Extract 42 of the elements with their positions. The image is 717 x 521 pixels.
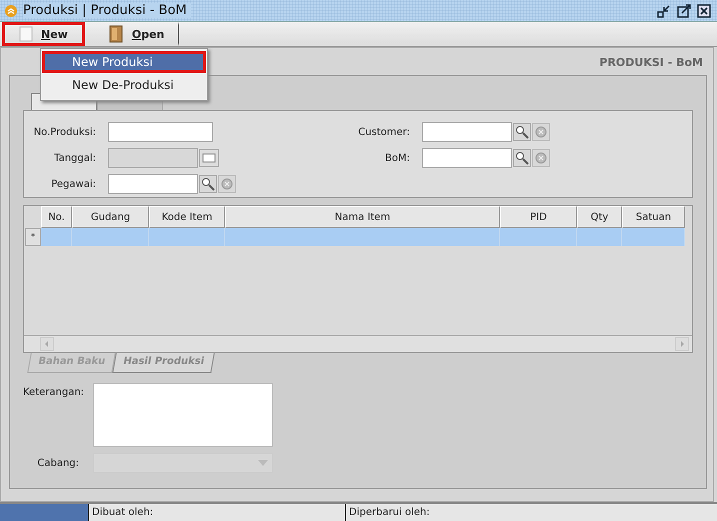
status-text: Dibuat oleh: — [92, 507, 154, 518]
row-marker: * — [25, 228, 41, 246]
field-label: No.Produksi: — [32, 126, 96, 138]
menu-item[interactable]: New Produksi — [42, 51, 206, 73]
field-label: Pegawai: — [50, 178, 96, 190]
window-title: Produksi | Produksi - BoM — [23, 3, 191, 18]
column-header[interactable]: Qty — [577, 206, 622, 228]
scroll-left-icon[interactable] — [40, 337, 54, 351]
field-label: Keterangan: — [23, 386, 86, 400]
field-label: Cabang: — [36, 458, 80, 468]
open-button[interactable]: Open — [90, 22, 180, 46]
input-field[interactable] — [108, 122, 213, 142]
search-icon[interactable] — [513, 123, 531, 141]
close-icon[interactable] — [697, 4, 711, 18]
caret-icon — [258, 460, 268, 466]
search-icon[interactable] — [513, 149, 531, 167]
form-heading: PRODUKSI - BoM — [599, 56, 703, 69]
column-header[interactable]: Satuan — [622, 206, 685, 228]
field-label: Tanggal: — [53, 152, 96, 164]
scroll-right-icon[interactable] — [675, 337, 689, 351]
input-field[interactable] — [422, 148, 512, 168]
new-button[interactable]: New — [2, 22, 85, 46]
input-field[interactable] — [108, 174, 198, 194]
column-header[interactable]: Nama Item — [225, 206, 500, 228]
input-field[interactable] — [422, 122, 512, 142]
restore-icon[interactable] — [657, 4, 671, 18]
blank-page-icon — [19, 26, 33, 42]
column-header[interactable]: PID — [500, 206, 577, 228]
scroll-bar[interactable] — [24, 335, 692, 352]
field-label: BoM: — [384, 152, 410, 164]
door-icon — [108, 25, 124, 43]
app-icon — [5, 4, 17, 16]
notes-field[interactable] — [93, 383, 273, 447]
column-header[interactable]: Gudang — [72, 206, 149, 228]
status-text: Diperbarui oleh: — [349, 507, 430, 518]
column-header[interactable]: No. — [41, 206, 72, 228]
search-icon[interactable] — [199, 175, 217, 193]
maximize-icon[interactable] — [677, 4, 691, 18]
column-header[interactable]: Kode Item — [149, 206, 225, 228]
calendar-icon[interactable] — [199, 149, 219, 167]
field-label: Customer: — [357, 126, 410, 138]
menu-item[interactable]: New De-Produksi — [42, 74, 206, 96]
